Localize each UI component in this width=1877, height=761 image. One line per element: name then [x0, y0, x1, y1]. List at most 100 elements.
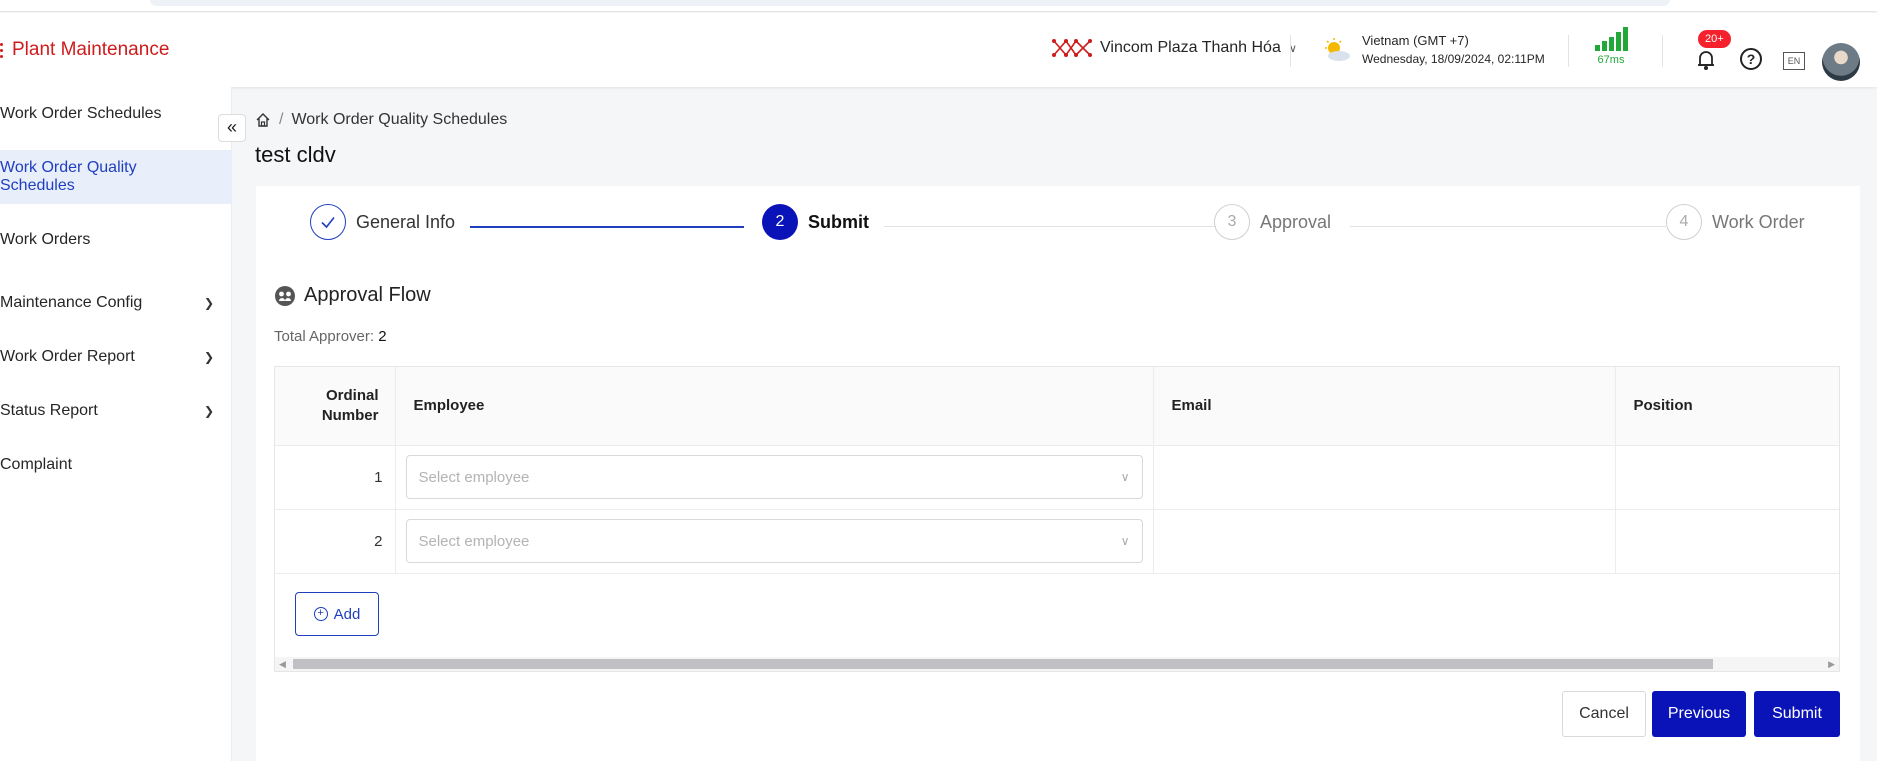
- step-connector: [884, 226, 1216, 227]
- language-switch[interactable]: EN: [1783, 52, 1805, 70]
- step-label: General Info: [356, 211, 456, 232]
- app-title[interactable]: Plant Maintenance: [0, 39, 169, 61]
- email-cell: [1153, 445, 1616, 510]
- sidebar-item-status-report[interactable]: Status Report ❯: [0, 384, 232, 438]
- plus-circle-icon: +: [313, 607, 328, 621]
- app-header: Plant Maintenance Vincom Plaza Thanh Hóa…: [0, 13, 1877, 87]
- sidebar-item-work-orders[interactable]: Work Orders: [0, 213, 232, 267]
- employee-select-placeholder: Select employee: [418, 468, 530, 486]
- table-row: 2 Select employee ∨: [275, 509, 1839, 574]
- sidebar-item-label: Work Orders: [0, 231, 91, 248]
- site-selector[interactable]: Vincom Plaza Thanh Hóa ∨: [1052, 37, 1297, 59]
- cancel-button[interactable]: Cancel: [1562, 691, 1646, 737]
- chevron-down-icon: ∨: [1120, 534, 1130, 548]
- column-header-position: Position: [1615, 367, 1839, 446]
- employee-select[interactable]: Select employee ∨: [405, 519, 1143, 563]
- sidebar-item-work-order-quality-schedules[interactable]: Work Order Quality Schedules: [0, 150, 232, 204]
- step-label: Approval: [1260, 211, 1332, 232]
- bell-icon[interactable]: [1696, 49, 1716, 71]
- chevron-down-icon: ∨: [1120, 470, 1130, 484]
- step-work-order[interactable]: 4 Work Order: [1666, 204, 1805, 240]
- step-label: Submit: [808, 211, 869, 232]
- sidebar-item-label: Work Order Report: [0, 348, 135, 365]
- chevron-down-icon: ❯: [203, 350, 214, 364]
- add-approver-button[interactable]: + Add: [295, 592, 379, 636]
- total-approver: Total Approver: 2: [274, 328, 387, 345]
- timezone-info: Vietnam (GMT +7) Wednesday, 18/09/2024, …: [1322, 32, 1545, 68]
- ordinal-cell: 2: [275, 509, 396, 574]
- employee-select-placeholder: Select employee: [418, 532, 530, 550]
- column-header-employee: Employee: [395, 367, 1154, 446]
- employee-select[interactable]: Select employee ∨: [405, 455, 1143, 499]
- sidebar-item-maintenance-config[interactable]: Maintenance Config ❯: [0, 276, 232, 330]
- form-card: General Info 2 Submit 3 Approval 4 Work …: [256, 186, 1860, 761]
- horizontal-scrollbar[interactable]: ◀ ▶: [275, 657, 1839, 671]
- latency-label: 67ms: [1597, 54, 1625, 66]
- weather-sun-cloud-icon: [1325, 38, 1350, 61]
- scrollbar-thumb[interactable]: [293, 659, 1713, 669]
- add-approver-label: Add: [333, 605, 361, 623]
- browser-top-strip: [0, 0, 1877, 12]
- app-title-text: Plant Maintenance: [12, 39, 170, 60]
- step-submit[interactable]: 2 Submit: [762, 204, 869, 240]
- scroll-right-icon[interactable]: ▶: [1828, 657, 1835, 671]
- position-cell: [1615, 445, 1839, 510]
- help-icon[interactable]: ?: [1740, 48, 1762, 70]
- position-cell: [1615, 509, 1839, 574]
- home-icon[interactable]: [255, 112, 271, 128]
- step-general-info[interactable]: General Info: [310, 204, 455, 240]
- previous-button[interactable]: Previous: [1652, 691, 1746, 737]
- column-header-ordinal-line1: Ordinal: [325, 386, 379, 404]
- network-status: 67ms: [1593, 27, 1629, 66]
- step-connector: [470, 226, 744, 228]
- sidebar: Work Order Schedules Work Order Quality …: [0, 87, 232, 761]
- page-title: test cldv: [255, 142, 336, 167]
- sidebar-item-complaint[interactable]: Complaint: [0, 438, 232, 492]
- approval-flow-icon: [275, 285, 295, 306]
- employee-cell: Select employee ∨: [395, 509, 1154, 574]
- column-header-email: Email: [1153, 367, 1616, 446]
- scroll-left-icon[interactable]: ◀: [279, 657, 286, 671]
- check-icon: [310, 204, 346, 240]
- step-number: 4: [1666, 204, 1702, 240]
- approver-table: Ordinal Number Employee Email Position 1…: [274, 366, 1840, 672]
- step-label: Work Order: [1712, 211, 1805, 232]
- step-connector: [1350, 226, 1666, 227]
- breadcrumb-separator: /: [279, 111, 284, 128]
- breadcrumb: / Work Order Quality Schedules: [255, 111, 507, 129]
- avatar[interactable]: [1822, 43, 1860, 81]
- sidebar-item-label: Complaint: [0, 456, 73, 473]
- submit-button[interactable]: Submit: [1754, 691, 1840, 737]
- email-cell: [1153, 509, 1616, 574]
- approval-flow-title-text: Approval Flow: [304, 284, 431, 306]
- notification-badge: 20+: [1698, 30, 1731, 48]
- header-divider: [1568, 35, 1569, 67]
- sidebar-item-label: Status Report: [0, 402, 98, 419]
- table-header-row: Ordinal Number Employee Email Position: [275, 367, 1839, 446]
- datetime-label: Wednesday, 18/09/2024, 02:11PM: [1362, 52, 1545, 66]
- chevron-down-icon: ❯: [203, 296, 214, 310]
- sidebar-item-label: Work Order Schedules: [0, 105, 162, 122]
- step-number: 2: [762, 204, 798, 240]
- signal-bars-icon: [1593, 27, 1629, 51]
- site-logo-icon: [1052, 39, 1092, 57]
- step-approval[interactable]: 3 Approval: [1214, 204, 1331, 240]
- menu-dots-icon[interactable]: [0, 42, 4, 58]
- step-number: 3: [1214, 204, 1250, 240]
- sidebar-item-work-order-report[interactable]: Work Order Report ❯: [0, 330, 232, 384]
- ordinal-cell: 1: [275, 445, 396, 510]
- approval-flow-title: Approval Flow: [274, 284, 431, 307]
- collapse-sidebar-icon[interactable]: «: [218, 114, 246, 142]
- column-header-ordinal-line2: Number: [321, 406, 379, 424]
- total-approver-value: 2: [378, 328, 387, 345]
- sidebar-item-label: Maintenance Config: [0, 294, 143, 311]
- header-divider: [1662, 35, 1663, 67]
- table-row: 1 Select employee ∨: [275, 445, 1839, 510]
- sidebar-item-work-order-schedules[interactable]: Work Order Schedules: [0, 87, 232, 141]
- total-approver-label: Total Approver:: [274, 328, 375, 345]
- sidebar-item-label: Work Order Quality Schedules: [0, 159, 137, 194]
- address-bar-remnant: [150, 0, 1670, 6]
- breadcrumb-current: Work Order Quality Schedules: [291, 111, 508, 128]
- timezone-label: Vietnam (GMT +7): [1362, 33, 1469, 48]
- chevron-down-icon: ❯: [203, 404, 214, 418]
